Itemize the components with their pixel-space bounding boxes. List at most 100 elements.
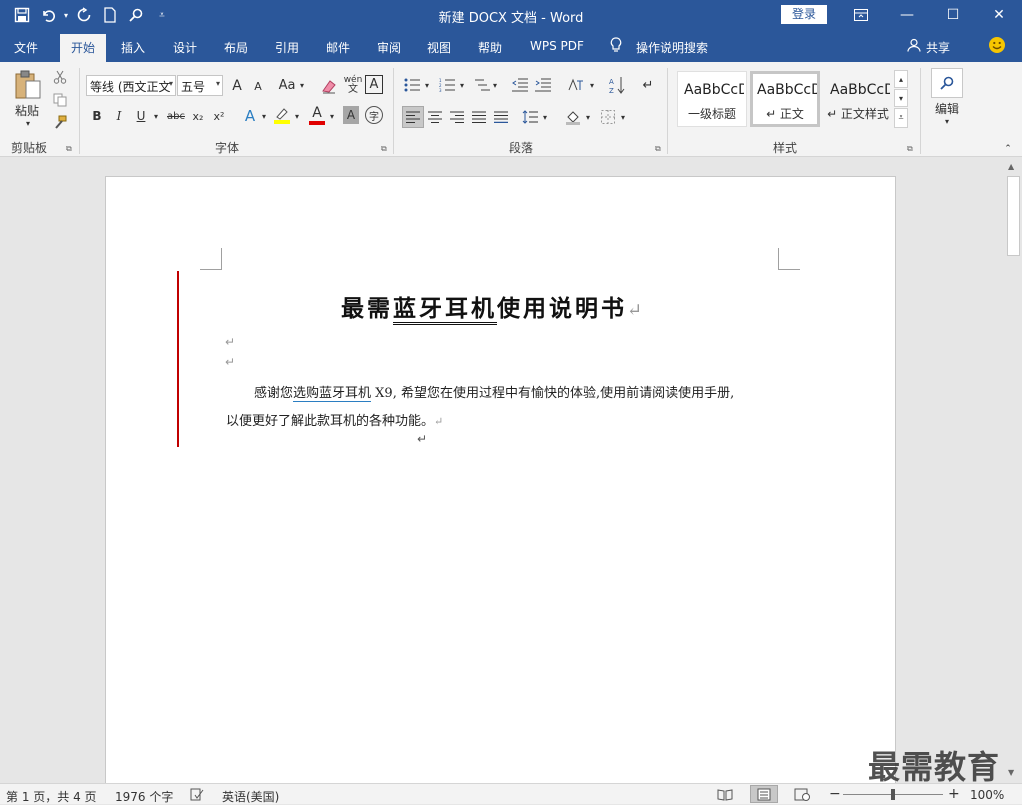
tab-review[interactable]: 审阅 [377, 39, 401, 56]
share-button[interactable]: 共享 [926, 39, 950, 56]
highlight-color-icon[interactable] [272, 104, 292, 126]
style-normal[interactable]: AaBbCcDc ↵ 正文 [750, 71, 820, 127]
justify-icon[interactable] [469, 106, 489, 128]
paragraph-launcher-icon[interactable]: ⧉ [655, 144, 661, 154]
collapse-ribbon-icon[interactable]: ⌃ [1002, 144, 1014, 154]
character-shading-button[interactable]: A [343, 106, 359, 124]
format-painter-icon[interactable] [51, 113, 69, 131]
chevron-down-icon[interactable]: ▾ [618, 106, 628, 128]
phonetic-guide-button[interactable]: wén 文 [343, 73, 363, 96]
copy-icon[interactable] [51, 91, 69, 109]
web-layout-icon[interactable] [794, 788, 810, 804]
align-right-icon[interactable] [447, 106, 467, 128]
paste-label[interactable]: 粘贴 [10, 102, 44, 118]
italic-button[interactable]: I [110, 106, 128, 126]
tab-mailings[interactable]: 邮件 [326, 39, 350, 56]
tab-references[interactable]: 引用 [275, 39, 299, 56]
shrink-font-button[interactable]: A [250, 77, 266, 96]
tab-wps-pdf[interactable]: WPS PDF [530, 39, 584, 53]
bullets-icon[interactable] [402, 75, 422, 95]
underline-button[interactable]: U [132, 106, 150, 126]
superscript-button[interactable]: x² [210, 106, 228, 126]
chevron-down-icon[interactable]: ▾ [297, 75, 307, 96]
language-indicator[interactable]: 英语(美国) [222, 788, 279, 805]
editing-button[interactable]: 编辑 [929, 100, 965, 116]
align-left-icon[interactable] [402, 106, 424, 128]
font-name-combo[interactable]: 等线 (西文正文 ▾ [86, 75, 176, 96]
decrease-indent-icon[interactable] [510, 75, 530, 95]
grow-font-button[interactable]: A [228, 75, 246, 96]
chevron-down-icon[interactable]: ▾ [490, 75, 500, 95]
tab-layout[interactable]: 布局 [224, 39, 248, 56]
style-body[interactable]: AaBbCcDc ↵ 正文样式 [823, 71, 893, 127]
close-button[interactable]: ✕ [976, 0, 1022, 30]
ribbon-display-options-icon[interactable] [838, 0, 884, 30]
maximize-button[interactable]: ☐ [930, 0, 976, 30]
tab-design[interactable]: 设计 [173, 39, 197, 56]
tab-help[interactable]: 帮助 [478, 39, 502, 56]
numbering-icon[interactable]: 123 [437, 75, 457, 95]
chevron-down-icon[interactable]: ▾ [151, 106, 161, 126]
share-icon[interactable] [907, 38, 921, 55]
line-spacing-icon[interactable] [520, 106, 540, 128]
chevron-down-icon[interactable]: ▾ [259, 106, 269, 126]
font-size-combo[interactable]: 五号 ▾ [177, 75, 223, 96]
strikethrough-button[interactable]: abc [165, 106, 187, 126]
clipboard-launcher-icon[interactable]: ⧉ [66, 144, 72, 154]
borders-icon[interactable] [598, 106, 618, 128]
multilevel-list-icon[interactable] [472, 75, 492, 95]
document-page[interactable]: 最需蓝牙耳机使用说明书↵ ↵ ↵ 感谢您选购蓝牙耳机 X9, 希望您在使用过程中… [105, 176, 896, 783]
cut-icon[interactable] [51, 68, 69, 86]
chevron-down-icon[interactable]: ▾ [587, 75, 597, 95]
chevron-down-icon[interactable]: ▾ [941, 116, 953, 126]
styles-more-icon[interactable]: ⩡ [894, 108, 908, 128]
scrollbar-thumb[interactable] [1007, 176, 1020, 256]
tab-home[interactable]: 开始 [60, 34, 107, 62]
sort-icon[interactable]: AZ [607, 73, 627, 96]
read-mode-icon[interactable] [717, 788, 733, 804]
print-layout-icon[interactable] [750, 785, 778, 803]
zoom-slider-thumb[interactable] [891, 789, 895, 800]
show-marks-icon[interactable]: ↵ [640, 75, 656, 95]
style-heading1[interactable]: AaBbCcD 一级标题 [677, 71, 747, 127]
vertical-scrollbar[interactable]: ▲ ▼ [1005, 158, 1022, 783]
scroll-down-icon[interactable]: ▼ [1008, 768, 1014, 777]
chevron-down-icon[interactable]: ▾ [540, 106, 550, 128]
chevron-down-icon[interactable]: ▾ [327, 106, 337, 126]
styles-launcher-icon[interactable]: ⧉ [907, 144, 913, 154]
tell-me-search[interactable]: 操作说明搜索 [636, 39, 708, 56]
zoom-out-icon[interactable]: − [829, 786, 841, 802]
chevron-down-icon[interactable]: ▾ [422, 75, 432, 95]
tab-file[interactable]: 文件 [14, 39, 38, 56]
page-count[interactable]: 第 1 页，共 4 页 [6, 788, 97, 805]
search-icon[interactable] [931, 68, 963, 98]
document-title[interactable]: 最需蓝牙耳机使用说明书↵ [341, 289, 645, 325]
paste-dropdown-icon[interactable]: ▾ [22, 118, 34, 128]
font-launcher-icon[interactable]: ⧉ [381, 144, 387, 154]
tab-insert[interactable]: 插入 [121, 39, 145, 56]
minimize-button[interactable]: — [884, 0, 930, 30]
bold-button[interactable]: B [88, 106, 106, 126]
smiley-feedback-icon[interactable] [988, 36, 1006, 57]
proofing-icon[interactable] [190, 788, 204, 804]
increase-indent-icon[interactable] [533, 75, 553, 95]
styles-scroll-up-icon[interactable]: ▴ [894, 70, 908, 88]
character-border-button[interactable]: A [365, 75, 383, 94]
zoom-level[interactable]: 100% [970, 788, 1004, 802]
paragraph-shading-icon[interactable] [563, 106, 583, 128]
body-line-2[interactable]: 以便更好了解此款耳机的各种功能。↵ [226, 410, 443, 429]
chevron-down-icon[interactable]: ▾ [583, 106, 593, 128]
tab-view[interactable]: 视图 [427, 39, 451, 56]
scroll-up-icon[interactable]: ▲ [1008, 162, 1014, 171]
word-count[interactable]: 1976 个字 [115, 788, 173, 805]
align-center-icon[interactable] [425, 106, 445, 128]
enclose-characters-button[interactable]: 字 [365, 106, 383, 124]
styles-scroll-down-icon[interactable]: ▾ [894, 89, 908, 107]
zoom-in-icon[interactable]: + [948, 786, 960, 802]
subscript-button[interactable]: x₂ [189, 106, 207, 126]
body-line-1[interactable]: 感谢您选购蓝牙耳机 X9, 希望您在使用过程中有愉快的体验,使用前请阅读使用手册… [254, 382, 734, 402]
text-effects-button[interactable]: A [241, 105, 259, 127]
clear-formatting-icon[interactable] [320, 75, 340, 96]
chevron-down-icon[interactable]: ▾ [457, 75, 467, 95]
distributed-icon[interactable] [491, 106, 511, 128]
